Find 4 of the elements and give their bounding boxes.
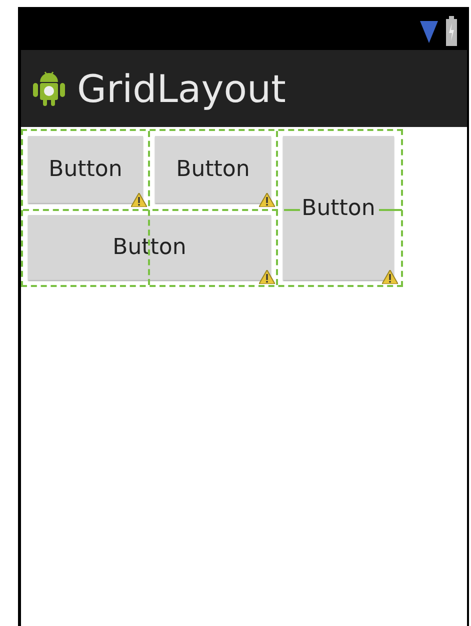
app-title: GridLayout bbox=[77, 70, 286, 108]
wifi-icon bbox=[420, 18, 438, 42]
battery-icon bbox=[446, 16, 457, 46]
android-icon bbox=[33, 70, 65, 106]
